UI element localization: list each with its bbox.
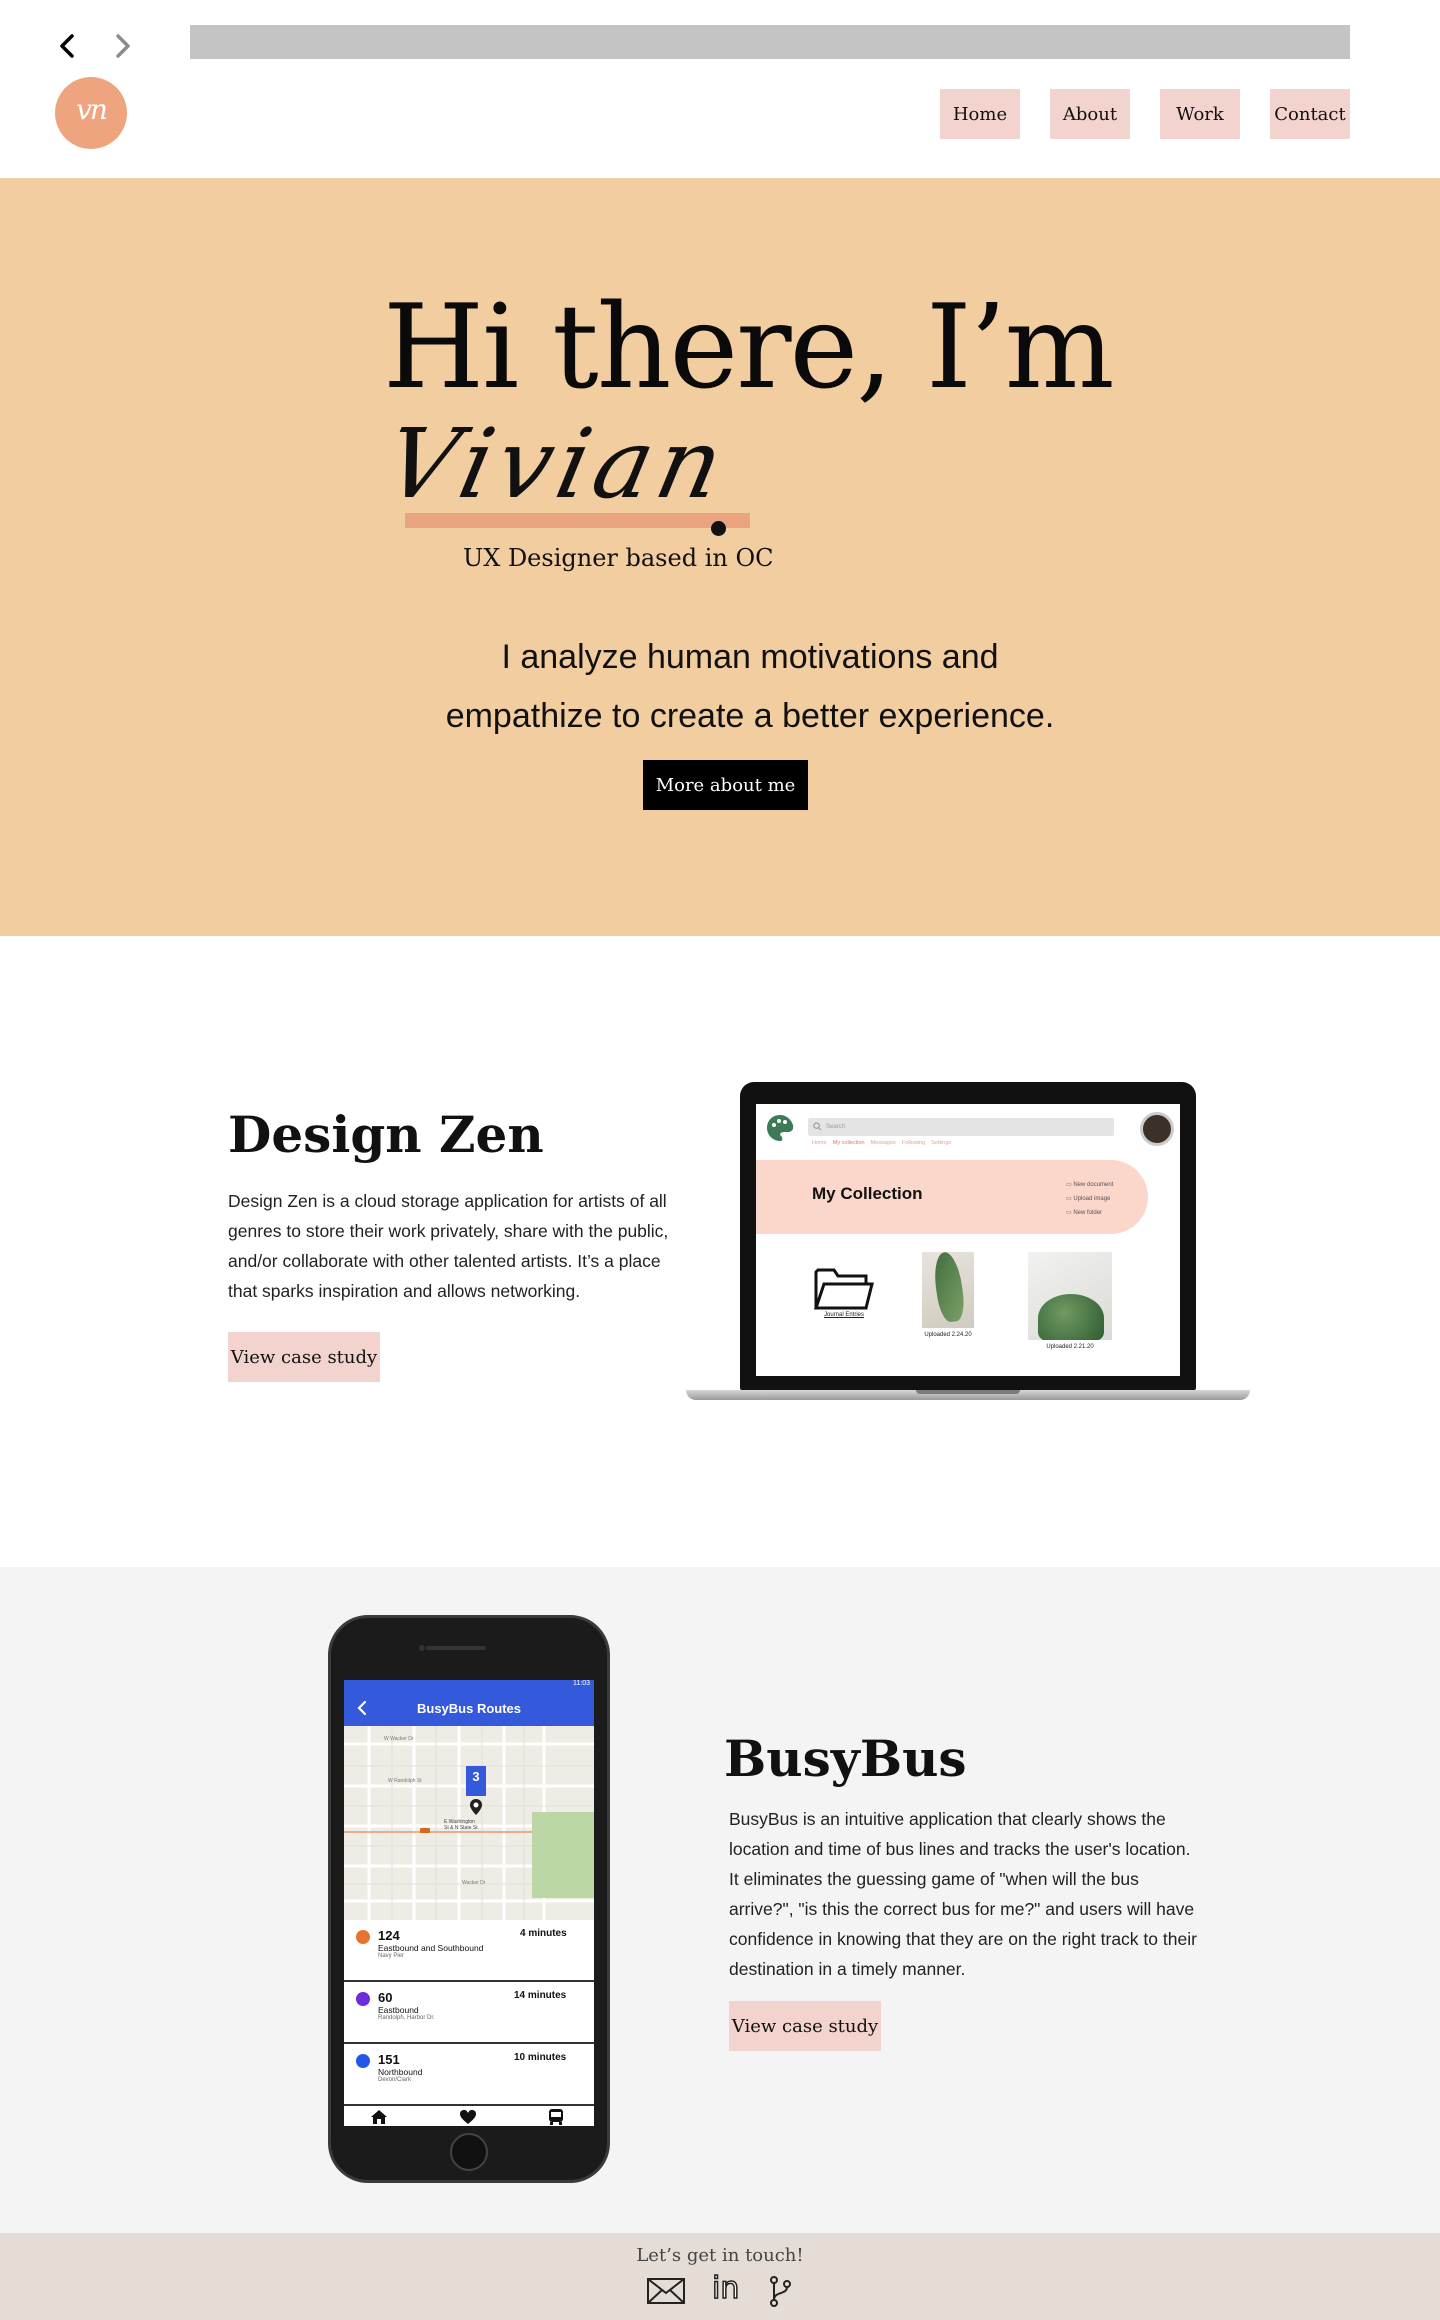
phone-mockup: 11:03 BusyBus Routes W Wacker Dr W Rando… bbox=[328, 1615, 610, 2183]
mockup-action-new-folder: New folder bbox=[1073, 1210, 1103, 1216]
view-case-study-busybus-button[interactable]: View case study bbox=[729, 2001, 881, 2051]
mockup-image-plant bbox=[1028, 1252, 1112, 1340]
view-case-study-design-zen-button[interactable]: View case study bbox=[228, 1332, 380, 1382]
map-label-state: St & N State St bbox=[444, 1825, 478, 1831]
laptop-screen: Search Home My collection Messages Follo… bbox=[756, 1104, 1180, 1376]
map-label-randolph: W Randolph St bbox=[388, 1778, 422, 1784]
mail-icon[interactable] bbox=[646, 2275, 686, 2307]
git-branch-icon[interactable] bbox=[766, 2275, 794, 2309]
mockup-search-bar: Search bbox=[808, 1118, 1114, 1136]
route-color-dot bbox=[356, 1930, 370, 1944]
route-row[interactable]: 151 10 minutes Northbound Devon/Clark bbox=[344, 2044, 594, 2096]
nav-contact[interactable]: Contact bbox=[1270, 89, 1350, 139]
nav-home[interactable]: Home bbox=[940, 89, 1020, 139]
phone-speaker bbox=[426, 1646, 486, 1650]
laptop-notch bbox=[916, 1390, 1020, 1394]
route-map[interactable]: W Wacker Dr W Randolph St E Washington S… bbox=[344, 1726, 594, 1920]
back-button[interactable] bbox=[50, 28, 86, 64]
bus-marker bbox=[420, 1828, 430, 1833]
route-number: 124 bbox=[378, 1928, 400, 1943]
avatar bbox=[1140, 1112, 1174, 1146]
linkedin-icon[interactable]: in bbox=[711, 2271, 740, 2306]
route-number: 60 bbox=[378, 1990, 393, 2005]
route-time: 14 minutes bbox=[514, 1990, 567, 2001]
phone-tabbar bbox=[344, 2104, 594, 2126]
hero-subtitle: UX Designer based in OC bbox=[463, 544, 774, 572]
route-time: 10 minutes bbox=[514, 2052, 567, 2063]
mockup-tab-messages: Messages bbox=[870, 1140, 896, 1146]
map-label-wacker: W Wacker Dr bbox=[384, 1736, 414, 1742]
mockup-search-placeholder: Search bbox=[826, 1124, 846, 1130]
route-row[interactable]: 60 14 minutes Eastbound Randolph, Harbor… bbox=[344, 1982, 594, 2044]
route-stop: Devon/Clark bbox=[378, 2077, 412, 2083]
project-title-busybus: BusyBus bbox=[724, 1729, 967, 1788]
mockup-action-upload-image: Upload image bbox=[1073, 1196, 1111, 1202]
mockup-item-caption-journal: Journal Entries bbox=[823, 1312, 865, 1318]
chevron-right-icon bbox=[116, 34, 130, 58]
address-bar[interactable] bbox=[190, 25, 1350, 59]
laptop-mockup: Search Home My collection Messages Follo… bbox=[686, 1082, 1250, 1406]
logo[interactable]: vn bbox=[55, 77, 127, 149]
home-icon[interactable] bbox=[370, 2109, 388, 2125]
mockup-tab-settings: Settings bbox=[931, 1140, 952, 1146]
phone-screen: 11:03 BusyBus Routes W Wacker Dr W Rando… bbox=[344, 1680, 594, 2126]
phone-home-button bbox=[450, 2133, 488, 2171]
mockup-tab-my-collection: My collection bbox=[832, 1140, 865, 1146]
linkedin-icon-text: in bbox=[711, 2271, 740, 2306]
route-direction: Eastbound bbox=[378, 2005, 419, 2015]
map-pin-icon bbox=[470, 1799, 482, 1815]
folder-icon bbox=[814, 1268, 874, 1310]
heart-icon[interactable] bbox=[459, 2109, 477, 2125]
mockup-tabs: Home My collection Messages Following Se… bbox=[812, 1140, 951, 1146]
hero-greeting: Hi there, I’m bbox=[383, 280, 1115, 415]
bus-icon[interactable] bbox=[547, 2108, 565, 2126]
route-row[interactable]: 124 4 minutes Eastbound and Southbound N… bbox=[344, 1920, 594, 1982]
route-number: 151 bbox=[378, 2052, 400, 2067]
footer-text: Let’s get in touch! bbox=[636, 2245, 804, 2266]
project-description-design-zen: Design Zen is a cloud storage applicatio… bbox=[228, 1191, 669, 1301]
hero-section: Hi there, I’m Vivian UX Designer based i… bbox=[0, 178, 1440, 936]
nav-about[interactable]: About bbox=[1050, 89, 1130, 139]
project-title-design-zen: Design Zen bbox=[228, 1105, 544, 1164]
logo-text: vn bbox=[76, 93, 108, 126]
mockup-tab-home: Home bbox=[812, 1140, 827, 1146]
mockup-item-caption-2: Uploaded 2.21.20 bbox=[1046, 1344, 1094, 1350]
status-time: 11:03 bbox=[573, 1680, 590, 1687]
route-stop: Randolph, Harbor Dr. bbox=[378, 2015, 435, 2021]
chevron-left-icon bbox=[60, 34, 74, 58]
project-description-busybus: BusyBus is an intuitive application that… bbox=[729, 1809, 1197, 1979]
route-direction: Eastbound and Southbound bbox=[378, 1943, 484, 1953]
route-color-dot bbox=[356, 1992, 370, 2006]
footer: Let’s get in touch! in bbox=[0, 2233, 1440, 2320]
route-time: 4 minutes bbox=[520, 1928, 567, 1939]
mockup-actions: ▭ New document ▭ Upload image ▭ New fold… bbox=[1066, 1182, 1114, 1216]
route-stop: Navy Pier bbox=[378, 1953, 405, 1959]
hero-name: Vivian bbox=[376, 408, 739, 520]
more-about-me-button[interactable]: More about me bbox=[643, 760, 808, 810]
hero-tagline: I analyze human motivations and empathiz… bbox=[445, 638, 1055, 735]
status-bar: 11:03 bbox=[344, 1680, 594, 1690]
name-dot bbox=[711, 521, 726, 536]
mockup-heading: My Collection bbox=[812, 1184, 923, 1203]
back-arrow-icon[interactable] bbox=[356, 1700, 368, 1716]
route-color-dot bbox=[356, 2054, 370, 2068]
map-marker-count[interactable]: 3 bbox=[466, 1766, 486, 1796]
app-header-title: BusyBus Routes bbox=[416, 1700, 522, 1716]
nav-work[interactable]: Work bbox=[1160, 89, 1240, 139]
mockup-action-new-document: New document bbox=[1073, 1182, 1114, 1188]
palette-icon bbox=[767, 1115, 794, 1141]
route-list: 124 4 minutes Eastbound and Southbound N… bbox=[344, 1920, 594, 2106]
mockup-tab-following: Following bbox=[901, 1140, 926, 1146]
route-direction: Northbound bbox=[378, 2067, 423, 2077]
forward-button[interactable] bbox=[104, 28, 140, 64]
mockup-image-palm bbox=[922, 1252, 974, 1328]
app-header: BusyBus Routes bbox=[344, 1690, 594, 1726]
mockup-item-caption-1: Uploaded 2.24.20 bbox=[924, 1332, 972, 1338]
busybus-section: 11:03 BusyBus Routes W Wacker Dr W Rando… bbox=[0, 1567, 1440, 2233]
phone-camera bbox=[419, 1645, 425, 1651]
search-icon bbox=[813, 1122, 822, 1131]
map-label-wacker-lower: Wacker Dr bbox=[462, 1880, 486, 1886]
